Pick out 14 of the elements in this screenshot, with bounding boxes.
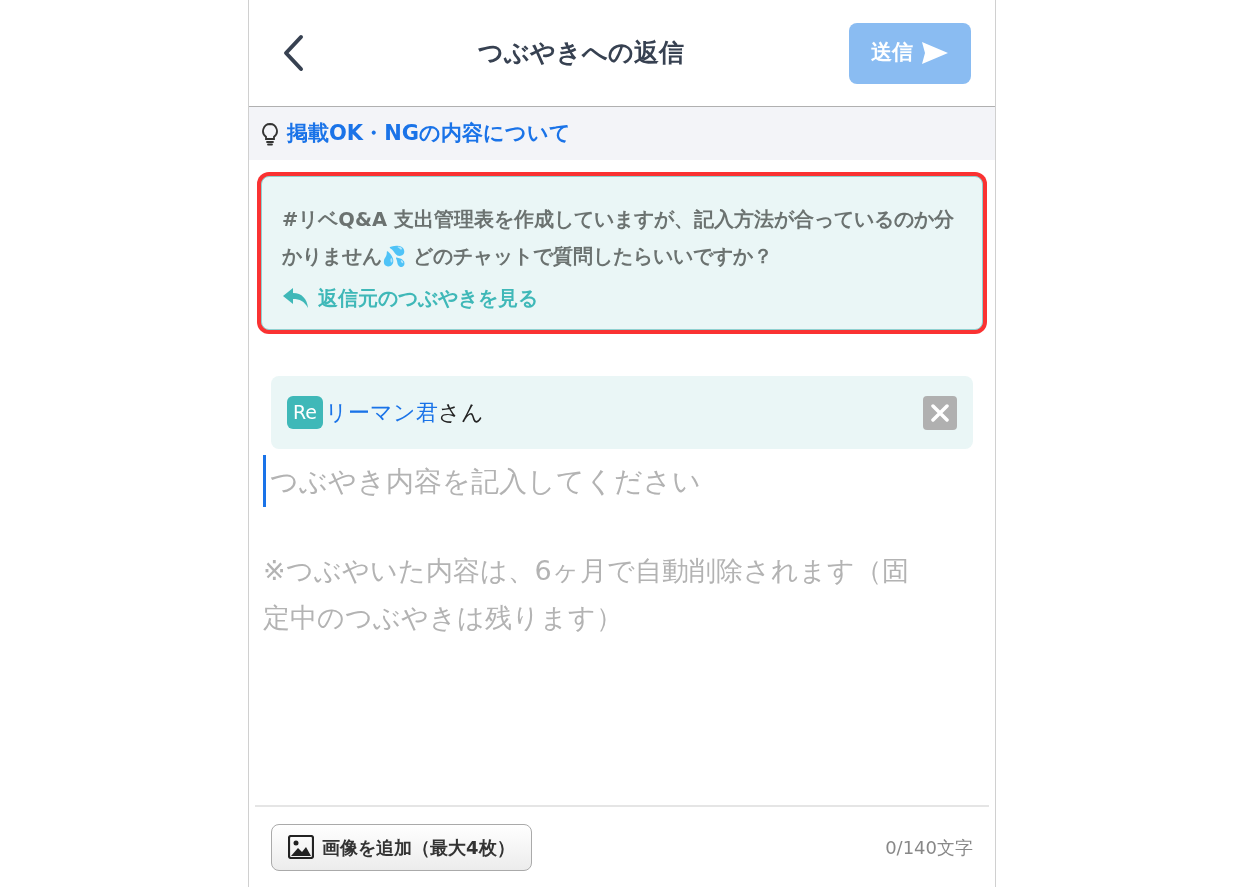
page-title: つぶやきへの返信 (477, 37, 685, 70)
recipient-name: リーマン君 (325, 399, 439, 427)
view-original-link[interactable]: 返信元のつぶやきを見る (282, 283, 538, 313)
quoted-post-text: #リベQ&A 支出管理表を作成していますが、記入方法が合っているのか分かりません💦 どのチャットで質問したらいいですか？ (282, 207, 955, 270)
honorific-text: さん (438, 399, 485, 427)
send-icon (921, 41, 949, 65)
reply-arrow-icon (282, 287, 310, 309)
character-counter: 0/140文字 (885, 835, 973, 860)
post-input-field[interactable]: つぶやき内容を記入してください (263, 455, 981, 507)
add-image-button[interactable]: 画像を追加（最大4枚） (271, 823, 532, 871)
lightbulb-icon (261, 121, 279, 146)
auto-delete-note: ※つぶやいた内容は、6ヶ月で自動削除されます（固定中のつぶやきは残ります） (262, 554, 910, 635)
re-badge: Re (287, 396, 324, 429)
image-icon (288, 835, 314, 859)
